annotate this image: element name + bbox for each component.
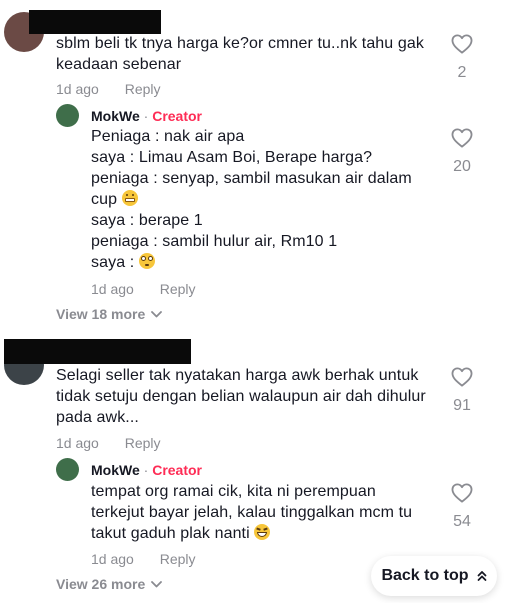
grinning-squinting-face-emoji — [254, 524, 271, 540]
view-more-replies-button[interactable]: View 18 more — [56, 305, 163, 323]
reply-author[interactable]: MokWe · Creator — [91, 461, 202, 479]
redacted-username — [4, 339, 191, 364]
like-count: 54 — [453, 513, 471, 530]
author-name: MokWe — [91, 108, 140, 124]
author-name: MokWe — [91, 462, 140, 478]
like-group: 20 — [442, 128, 482, 177]
like-group: 54 — [442, 483, 482, 532]
like-group: 91 — [442, 367, 482, 416]
back-to-top-label: Back to top — [381, 567, 469, 584]
reply-timestamp: 1d ago — [91, 551, 134, 567]
view-more-label: View 18 more — [56, 306, 146, 322]
comment-meta: 1d ago Reply — [56, 434, 161, 452]
creator-badge: Creator — [152, 108, 202, 124]
like-count: 20 — [453, 158, 471, 175]
creator-avatar[interactable] — [56, 104, 79, 127]
view-more-label: View 26 more — [56, 576, 146, 592]
reply-meta: 1d ago Reply — [91, 550, 196, 568]
creator-badge: Creator — [152, 462, 202, 478]
flushed-face-emoji — [138, 253, 155, 269]
reply-button[interactable]: Reply — [125, 81, 161, 97]
redacted-username — [29, 10, 161, 34]
comment-text: sblm beli tk tnya harga ke?or cmner tu..… — [56, 35, 424, 73]
chevron-down-icon — [151, 310, 163, 317]
separator-dot: · — [143, 462, 149, 478]
heart-icon[interactable] — [451, 34, 473, 54]
grimacing-face-emoji — [121, 190, 138, 206]
like-group: 2 — [442, 34, 482, 83]
comment-timestamp: 1d ago — [56, 81, 99, 97]
reply-text: Peniaga : nak air apa saya : Limau Asam … — [91, 128, 412, 271]
heart-icon[interactable] — [451, 367, 473, 387]
view-more-replies-button[interactable]: View 26 more — [56, 575, 163, 593]
heart-icon[interactable] — [451, 128, 473, 148]
like-count: 2 — [457, 64, 467, 81]
separator-dot: · — [143, 108, 149, 124]
heart-icon[interactable] — [451, 483, 473, 503]
back-to-top-button[interactable]: Back to top — [371, 556, 497, 596]
reply-button[interactable]: Reply — [160, 551, 196, 567]
reply-timestamp: 1d ago — [91, 281, 134, 297]
double-chevron-up-icon — [477, 571, 486, 581]
reply-button[interactable]: Reply — [125, 435, 161, 451]
comment-timestamp: 1d ago — [56, 435, 99, 451]
reply-button[interactable]: Reply — [160, 281, 196, 297]
like-count: 91 — [453, 397, 471, 414]
comment-meta: 1d ago Reply — [56, 80, 161, 98]
reply-text: tempat org ramai cik, kita ni perempuan … — [91, 483, 413, 542]
creator-avatar[interactable] — [56, 458, 79, 481]
comment-text: Selagi seller tak nyatakan harga awk ber… — [56, 367, 426, 426]
chevron-down-icon — [151, 580, 163, 587]
reply-meta: 1d ago Reply — [91, 280, 196, 298]
reply-author[interactable]: MokWe · Creator — [91, 107, 202, 125]
